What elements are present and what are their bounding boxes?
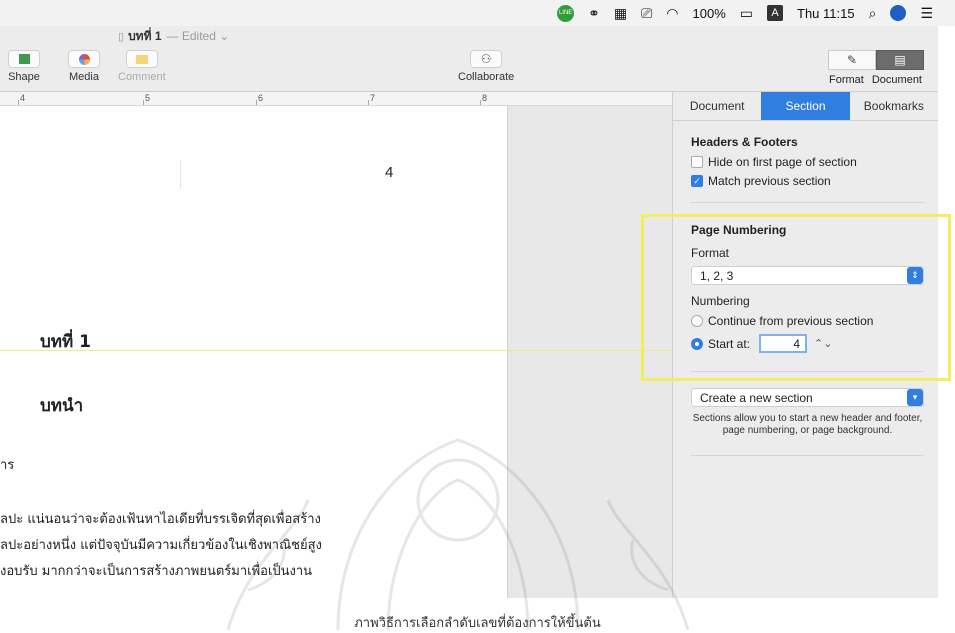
document-panel-icon: ▤ xyxy=(894,53,906,67)
number-format-value: 1, 2, 3 xyxy=(700,268,734,283)
section-break-line xyxy=(0,350,672,351)
paintbrush-icon: ✎ xyxy=(846,53,858,67)
body-text-line[interactable]: ลปะอย่างหนึ่ง แต่ปัจจุบันมีความเกี่ยวข้อ… xyxy=(0,534,322,555)
document-page[interactable]: 4 บทที่ 1 บทนำ าร ลปะ แน่นอนว่าจะต้องเฟ้… xyxy=(0,106,508,598)
comment-label: Comment xyxy=(118,71,166,83)
match-previous-checkbox[interactable]: ✓ xyxy=(691,175,703,187)
tab-bookmarks[interactable]: Bookmarks xyxy=(850,92,938,120)
ruler-tick-label: 6 xyxy=(258,93,264,103)
format-field-label: Format xyxy=(691,246,730,260)
collaborate-button-frame: ⚇ xyxy=(470,50,503,68)
continue-previous-label: Continue from previous section xyxy=(708,314,874,328)
figure-caption: ภาพวิธีการเลือกลำดับเลขที่ต้องการให้ขึ้น… xyxy=(354,616,601,631)
document-button[interactable]: ▤ xyxy=(876,50,924,70)
header-guide xyxy=(180,160,181,188)
inspector-segment-labels: Format Document xyxy=(829,74,922,86)
display-icon[interactable]: ▦ xyxy=(614,6,627,20)
tab-document[interactable]: Document xyxy=(673,92,761,120)
horizontal-ruler[interactable]: 4 5 6 7 8 xyxy=(0,92,672,106)
media-icon xyxy=(78,53,90,65)
collaborate-icon: ⚇ xyxy=(480,52,492,66)
document-canvas[interactable]: 4 บทที่ 1 บทนำ าร ลปะ แน่นอนว่าจะต้องเฟ้… xyxy=(0,106,672,598)
screen-share-icon[interactable]: ⎚ xyxy=(641,6,652,20)
shape-button-frame xyxy=(8,50,40,68)
battery-icon[interactable]: ▭ xyxy=(740,6,753,20)
media-button-frame xyxy=(68,50,100,68)
divider xyxy=(691,371,924,372)
ruler-tick-label: 4 xyxy=(20,93,26,103)
match-previous-option[interactable]: ✓ Match previous section xyxy=(691,174,924,188)
headers-footers-title: Headers & Footers xyxy=(691,135,798,149)
divider xyxy=(691,455,924,456)
comment-button-frame xyxy=(125,50,158,68)
toolbar: Shape Media Comment ⚇ Collaborate ✎ ▤ Fo… xyxy=(0,46,938,92)
collaborate-label: Collaborate xyxy=(458,71,515,83)
wifi-icon[interactable]: ◠ xyxy=(666,6,678,20)
create-section-select[interactable]: Create a new section ▾ xyxy=(691,388,924,407)
ruler-tick xyxy=(143,100,144,105)
inspector-tabs: Document Section Bookmarks xyxy=(673,92,938,121)
start-at-radio[interactable] xyxy=(691,337,703,350)
match-previous-label: Match previous section xyxy=(708,174,831,188)
tab-section[interactable]: Section xyxy=(761,92,850,120)
window-titlebar: ▯ บทที่ 1 — Edited ⌄ xyxy=(0,26,938,46)
shape-button[interactable]: Shape xyxy=(8,50,40,83)
document-inspector: Document Section Bookmarks Headers & Foo… xyxy=(672,92,938,598)
comment-icon xyxy=(135,54,148,64)
hide-first-page-checkbox[interactable] xyxy=(691,156,703,168)
section-help-text: Sections allow you to start a new header… xyxy=(692,413,923,436)
start-at-stepper[interactable]: ⌃⌄ xyxy=(814,337,832,350)
collaborate-button[interactable]: ⚇ Collaborate xyxy=(458,50,514,83)
document-title[interactable]: บทที่ 1 xyxy=(128,27,161,46)
body-text-line[interactable]: งอบรับ มากกว่าจะเป็นการสร้างภาพยนตร์มาเพ… xyxy=(0,560,312,581)
body-text-line[interactable]: ลปะ แน่นอนว่าจะต้องเฟ้นหาไอเดียที่บรรเจิ… xyxy=(0,508,321,529)
start-at-input[interactable]: 4 xyxy=(759,334,808,353)
ruler-tick-label: 5 xyxy=(145,93,151,103)
inspector-segmented-control: ✎ ▤ xyxy=(828,50,924,70)
up-down-chevron-icon: ⇕ xyxy=(907,267,923,284)
chevron-down-icon: ▾ xyxy=(907,389,923,406)
hide-first-page-label: Hide on first page of section xyxy=(708,155,857,169)
ruler-tick-label: 7 xyxy=(370,93,376,103)
input-source-icon[interactable]: A xyxy=(767,5,783,21)
page-number[interactable]: 4 xyxy=(385,164,393,181)
document-edited-state[interactable]: — Edited ⌄ xyxy=(167,29,230,43)
divider xyxy=(691,202,924,203)
menu-bar: LINE ⚭ ▦ ⎚ ◠ 100% ▭ A Thu 11:15 ⌕ ☰ xyxy=(0,0,955,26)
format-button[interactable]: ✎ xyxy=(828,50,876,70)
document-icon: ▯ xyxy=(118,30,125,43)
create-section-label: Create a new section xyxy=(700,390,813,405)
media-button[interactable]: Media xyxy=(68,50,100,83)
shape-icon xyxy=(18,54,30,64)
start-at-label: Start at: xyxy=(708,336,751,351)
ruler-tick xyxy=(368,100,369,105)
hide-first-page-option[interactable]: Hide on first page of section xyxy=(691,155,924,169)
continue-previous-option[interactable]: Continue from previous section xyxy=(691,314,924,328)
section-heading[interactable]: าร xyxy=(0,454,14,475)
number-format-select[interactable]: 1, 2, 3 ⇕ xyxy=(691,266,924,285)
page-numbering-title: Page Numbering xyxy=(691,223,787,237)
ruler-tick xyxy=(480,100,481,105)
comment-button[interactable]: Comment xyxy=(118,50,166,83)
battery-percentage: 100% xyxy=(692,5,726,21)
ruler-tick-label: 8 xyxy=(482,93,488,103)
headers-footers-group: Headers & Footers Hide on first page of … xyxy=(673,135,938,456)
spotlight-search-icon[interactable]: ⌕ xyxy=(869,6,877,20)
format-label: Format xyxy=(829,74,864,86)
media-label: Media xyxy=(69,71,99,83)
ruler-tick xyxy=(256,100,257,105)
numbering-label: Numbering xyxy=(691,294,750,308)
siri-icon[interactable] xyxy=(890,5,907,21)
document-label: Document xyxy=(871,74,922,86)
notification-center-icon[interactable]: ☰ xyxy=(920,6,933,20)
link-icon[interactable]: ⚭ xyxy=(588,6,600,20)
start-at-option[interactable]: Start at: 4 ⌃⌄ xyxy=(691,334,924,353)
chapter-title[interactable]: บทนำ xyxy=(40,392,83,419)
line-app-icon[interactable]: LINE xyxy=(557,4,575,22)
ruler-tick xyxy=(18,100,19,105)
clock[interactable]: Thu 11:15 xyxy=(797,6,855,21)
continue-previous-radio[interactable] xyxy=(691,315,703,327)
shape-label: Shape xyxy=(8,71,40,83)
